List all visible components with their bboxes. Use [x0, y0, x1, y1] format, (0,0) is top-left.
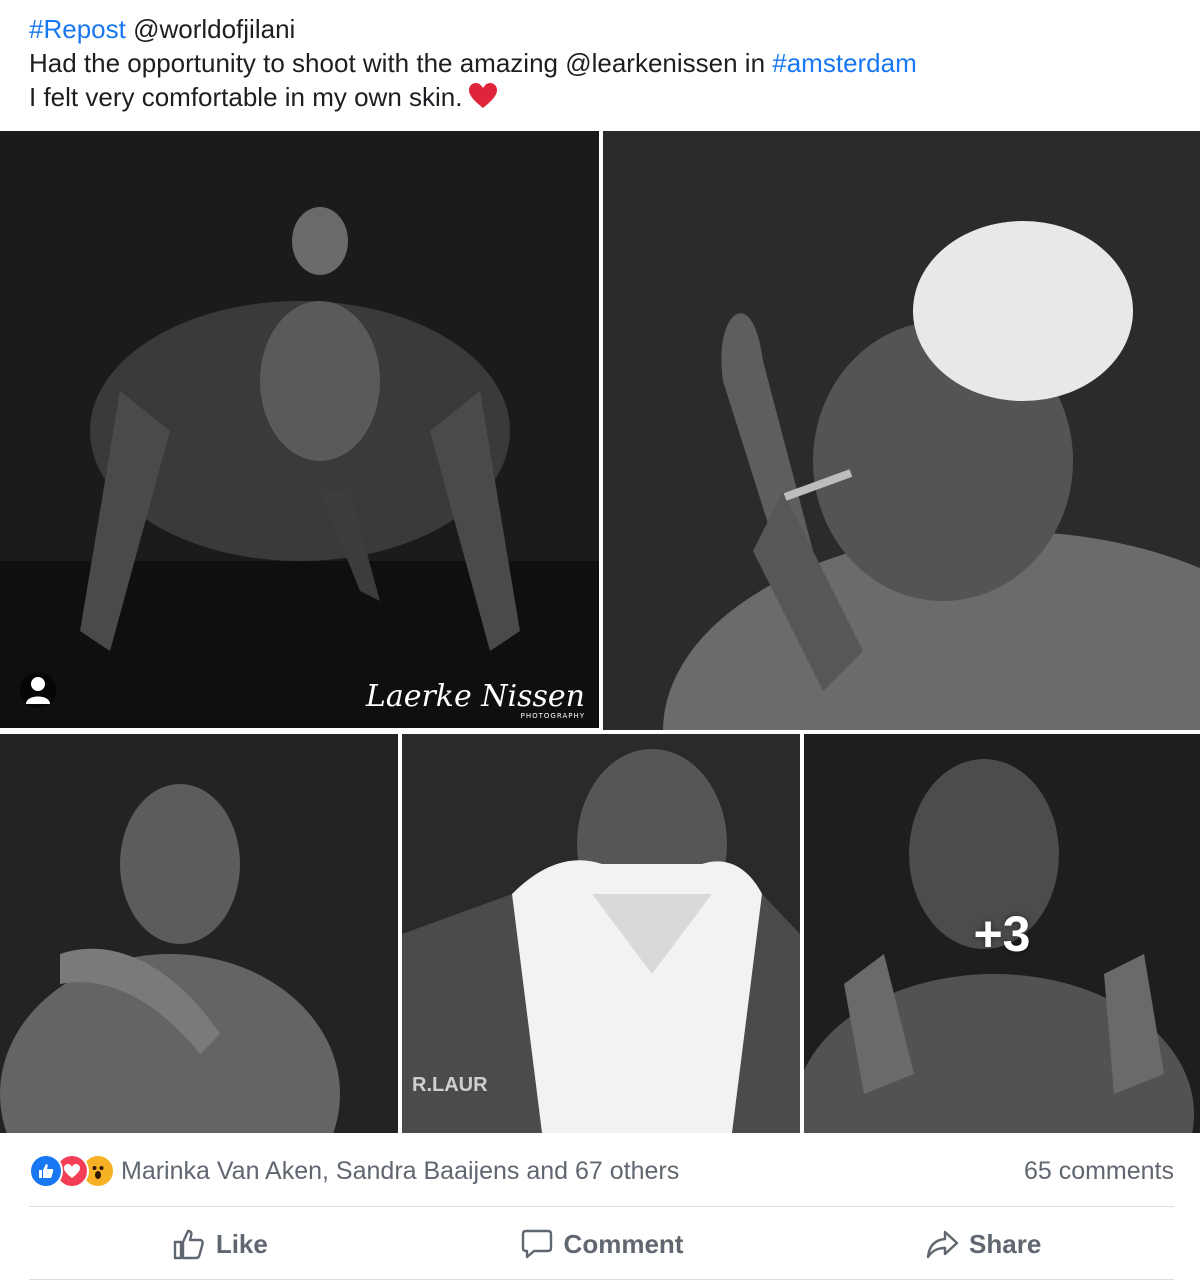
reaction-names[interactable]: Marinka Van Aken, Sandra Baaijens and 67…: [121, 1157, 679, 1186]
caption-text: Had the opportunity to shoot with the am…: [29, 48, 773, 78]
caption-line-1: #Repost @worldofjilani: [29, 12, 1179, 46]
watermark-name: Laerke Nissen: [365, 679, 585, 714]
divider: [29, 1206, 1174, 1207]
action-bar: Like Comment Share: [29, 1214, 1174, 1274]
more-photos-count[interactable]: +3: [804, 734, 1200, 1133]
comment-button[interactable]: Comment: [411, 1214, 793, 1274]
hashtag-repost[interactable]: #Repost: [29, 14, 126, 44]
thumbs-up-icon: [173, 1229, 204, 1260]
like-button[interactable]: Like: [29, 1214, 411, 1274]
photo-1-image: [0, 131, 599, 728]
photo-2[interactable]: [603, 131, 1200, 730]
divider-bottom: [29, 1279, 1174, 1280]
share-label: Share: [969, 1228, 1042, 1259]
photo-2-image: [603, 131, 1200, 730]
photo-4[interactable]: R.LAUR: [402, 734, 800, 1133]
photo-3[interactable]: [0, 734, 398, 1133]
share-icon: [926, 1230, 959, 1259]
heart-emoji-icon: [468, 82, 498, 118]
jacket-print: R.LAUR: [412, 1074, 488, 1096]
photo-3-image: [0, 734, 398, 1133]
comment-icon: [521, 1229, 552, 1259]
caption-line-2: Had the opportunity to shoot with the am…: [29, 46, 1179, 80]
caption-text-3: I felt very comfortable in my own skin.: [29, 82, 463, 112]
share-button[interactable]: Share: [792, 1214, 1174, 1274]
hashtag-amsterdam[interactable]: #amsterdam: [772, 48, 917, 78]
like-reaction-icon: [29, 1154, 63, 1188]
photo-5-more[interactable]: +3: [804, 734, 1200, 1133]
caption-line-3: I felt very comfortable in my own skin.: [29, 80, 1179, 118]
comment-label: Comment: [563, 1228, 684, 1259]
photo-1[interactable]: Laerke Nissen PHOTOGRAPHY: [0, 131, 599, 728]
photo-gallery: Laerke Nissen PHOTOGRAPHY R.LAUR +3: [0, 131, 1200, 1133]
reaction-icons: [29, 1154, 115, 1188]
tag-person-icon[interactable]: [20, 672, 56, 708]
caption-mention: @worldofjilani: [125, 14, 296, 44]
reaction-summary[interactable]: Marinka Van Aken, Sandra Baaijens and 67…: [29, 1154, 679, 1188]
comment-count[interactable]: 65 comments: [1024, 1157, 1174, 1186]
photographer-watermark: Laerke Nissen PHOTOGRAPHY: [365, 679, 585, 721]
post-caption: #Repost @worldofjilani Had the opportuni…: [29, 12, 1179, 118]
like-label: Like: [215, 1228, 268, 1259]
reactions-bar: Marinka Van Aken, Sandra Baaijens and 67…: [29, 1151, 1174, 1191]
